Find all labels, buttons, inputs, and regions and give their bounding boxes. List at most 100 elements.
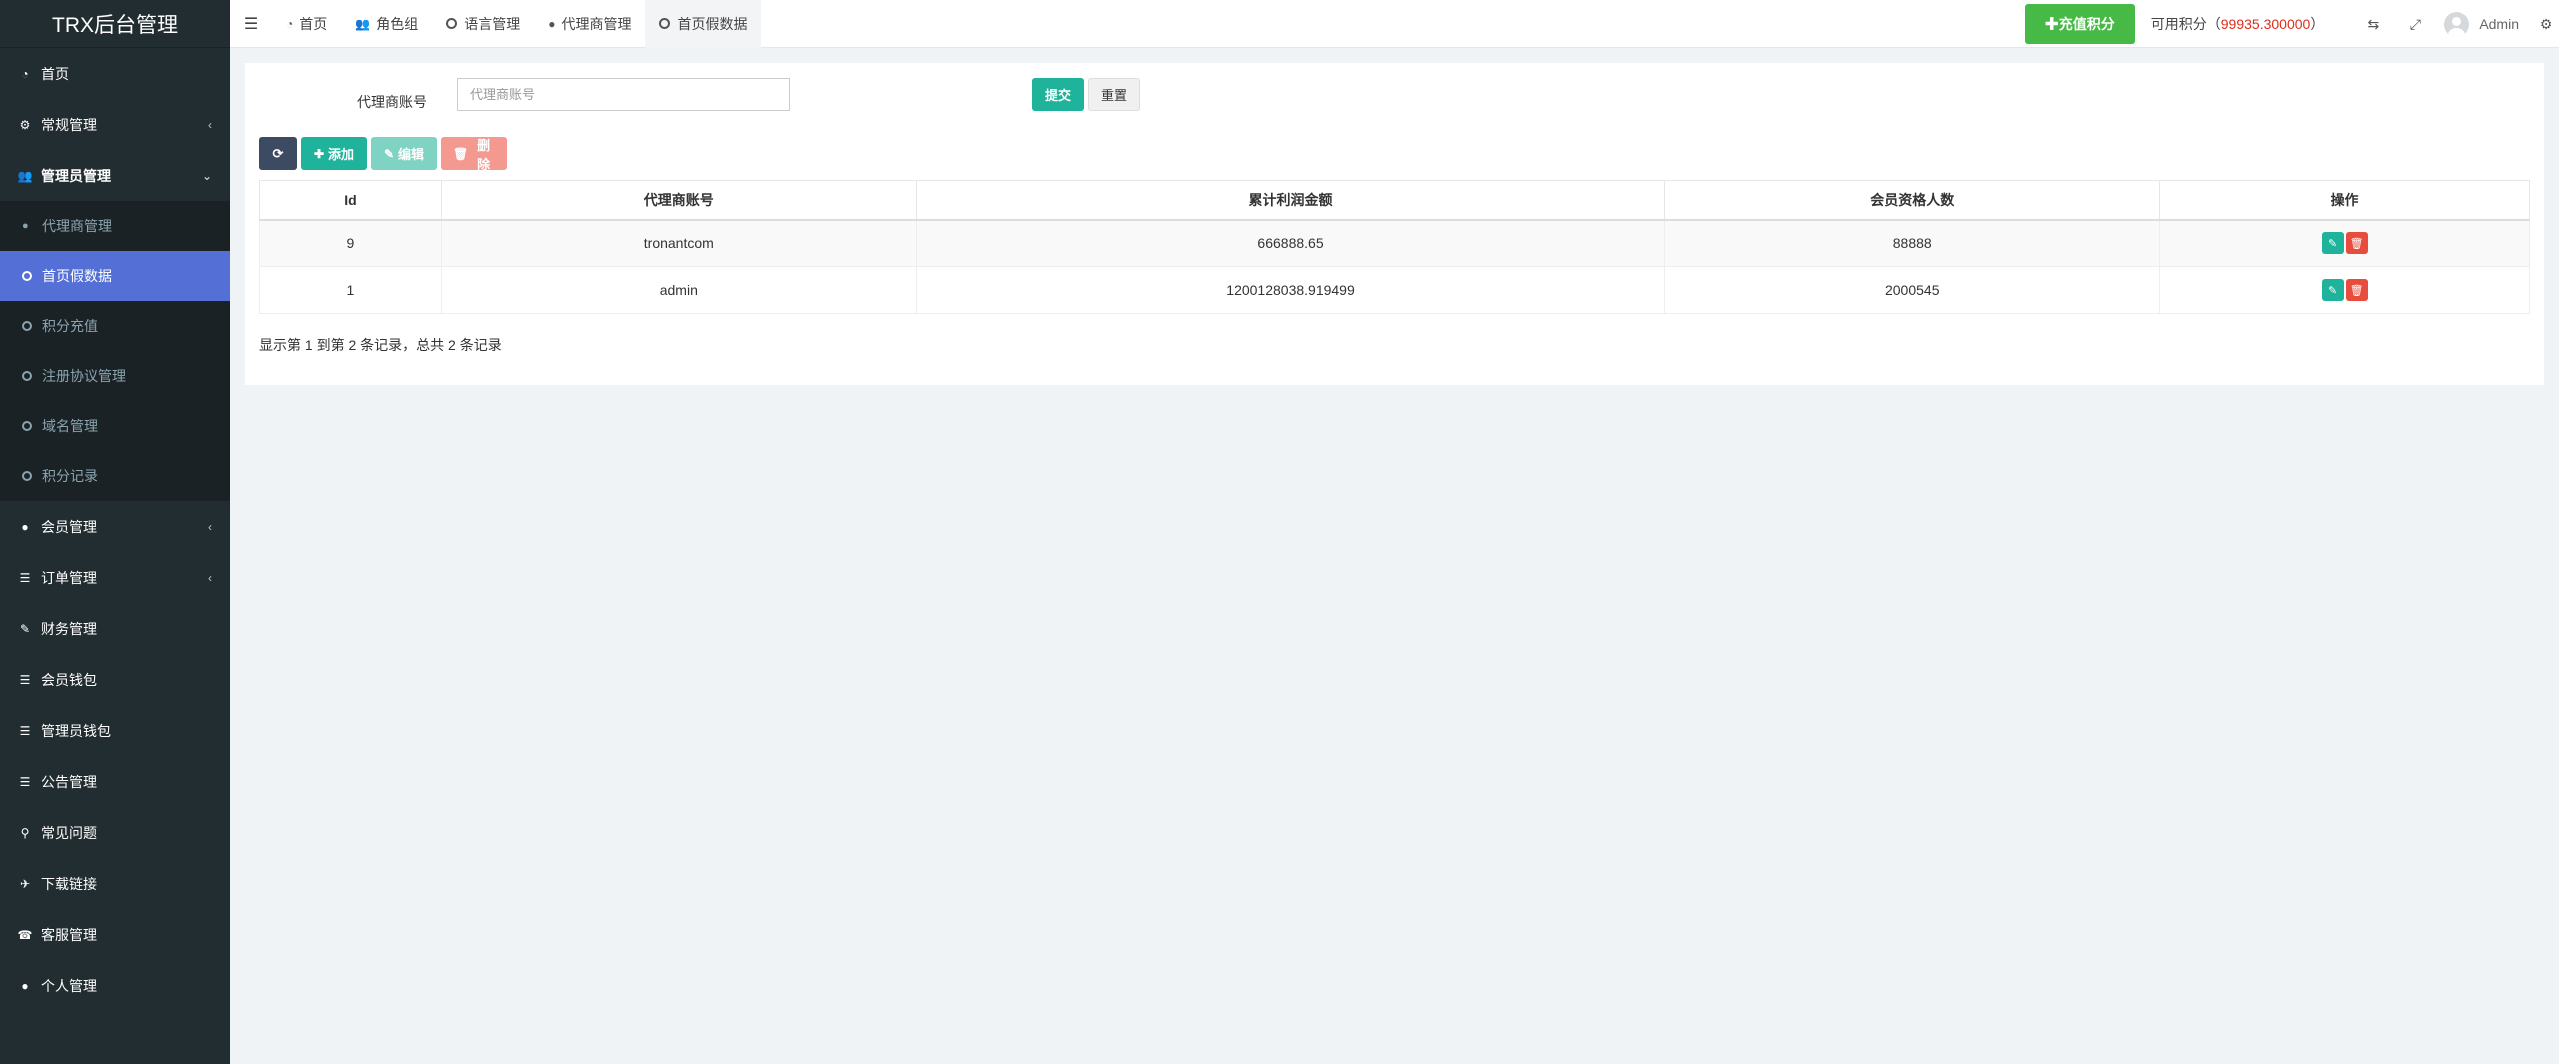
submit-button[interactable]: 提交 — [1032, 78, 1084, 111]
user-icon: ● — [22, 220, 29, 232]
dashboard-icon: ◔ — [21, 66, 29, 81]
cell-actions: ✎ 🗑 — [2159, 266, 2530, 314]
tab-fake-data[interactable]: 首页假数据 — [645, 0, 762, 48]
sidebar-item-points-recharge[interactable]: 积分充值 — [0, 301, 230, 351]
sidebar-item-agreement[interactable]: 注册协议管理 — [0, 351, 230, 401]
edit-label: 编辑 — [398, 147, 425, 162]
list-icon: ☰ — [19, 723, 31, 738]
cell-profit: 1200128038.919499 — [915, 266, 1666, 314]
points-close: ） — [2310, 16, 2325, 32]
delete-label: 删除 — [477, 137, 491, 172]
sidebar-item-member[interactable]: ● 会员管理 ‹ — [0, 501, 230, 552]
sidebar-item-label: 常规管理 — [41, 116, 97, 133]
sidebar-item-admin-wallet[interactable]: ☰ 管理员钱包 — [0, 705, 230, 756]
sidebar-item-label: 积分记录 — [42, 468, 98, 484]
row-edit-button[interactable]: ✎ — [2321, 232, 2344, 255]
sidebar-item-general[interactable]: ⚙ 常规管理 ‹ — [0, 99, 230, 150]
sidebar-item-label: 管理员管理 — [41, 167, 111, 184]
sidebar-item-download[interactable]: ✈ 下载链接 — [0, 858, 230, 909]
sidebar-item-admin[interactable]: 👥 管理员管理 ⌄ — [0, 150, 230, 201]
chevron-left-icon: ‹ — [208, 519, 212, 534]
edit-icon: ✎ — [19, 621, 31, 636]
content-panel: 代理商账号 提交 重置 ⟳ ✚添加 ✎编辑 🗑删除 Id 代理商账号 累计利润金… — [245, 63, 2544, 385]
sidebar-item-member-wallet[interactable]: ☰ 会员钱包 — [0, 654, 230, 705]
app-logo[interactable]: TRX后台管理 — [0, 0, 230, 48]
row-delete-button[interactable]: 🗑 — [2345, 279, 2368, 301]
sidebar-item-order[interactable]: ☰ 订单管理 ‹ — [0, 552, 230, 603]
add-button[interactable]: ✚ 添加 — [301, 137, 367, 170]
gears-icon[interactable]: ⚙ — [2533, 0, 2559, 48]
sidebar-item-label: 公告管理 — [41, 773, 97, 790]
tab-home[interactable]: ◔ 首页 — [272, 0, 341, 48]
avatar — [2444, 11, 2470, 37]
tab-label: 语言管理 — [464, 15, 521, 32]
top-navbar: ☰ ◔ 首页 👥 角色组 语言管理 ● 代理商管理 首页假数据 ✚充值积分 可用… — [230, 0, 2559, 48]
sidebar-item-faq[interactable]: ⚲ 常见问题 — [0, 807, 230, 858]
table-row[interactable]: 1 admin 1200128038.919499 2000545 ✎ 🗑 — [259, 266, 2530, 314]
row-delete-button[interactable]: 🗑 — [2345, 232, 2368, 255]
sidebar-item-label: 财务管理 — [41, 620, 97, 637]
sidebar-item-points-log[interactable]: 积分记录 — [0, 451, 230, 501]
user-icon: ● — [21, 519, 29, 534]
row-edit-button[interactable]: ✎ — [2321, 279, 2344, 301]
circle-icon — [22, 421, 32, 431]
agent-account-label: 代理商账号 — [357, 94, 427, 110]
list-icon: ☰ — [19, 774, 31, 789]
list-icon: ☰ — [19, 672, 31, 687]
plus-icon: ✚ — [313, 146, 325, 161]
sidebar-item-finance[interactable]: ✎ 财务管理 — [0, 603, 230, 654]
user-icon: ● — [548, 16, 556, 31]
chevron-down-icon: ⌄ — [201, 168, 212, 183]
user-menu[interactable]: Admin — [2444, 11, 2519, 37]
chevron-left-icon: ‹ — [208, 117, 212, 132]
sidebar-item-home[interactable]: ◔ 首页 — [0, 48, 230, 99]
menu-toggle-icon[interactable]: ☰ — [230, 0, 272, 48]
column-header-actions: 操作 — [2159, 180, 2530, 221]
cell-members: 88888 — [1664, 219, 2161, 267]
language-icon[interactable]: ⇆ — [2352, 0, 2394, 48]
plane-icon: ✈ — [19, 876, 31, 891]
edit-button[interactable]: ✎ 编辑 — [371, 137, 437, 170]
gears-icon: ⚙ — [19, 117, 31, 132]
sidebar-item-notice[interactable]: ☰ 公告管理 — [0, 756, 230, 807]
sidebar: TRX后台管理 ◔ 首页 ⚙ 常规管理 ‹ 👥 管理员管理 ⌄ ● 代理商管理 … — [0, 0, 230, 1064]
tab-role-group[interactable]: 👥 角色组 — [341, 0, 432, 48]
sidebar-item-profile[interactable]: ● 个人管理 — [0, 960, 230, 1011]
sidebar-item-label: 下载链接 — [41, 875, 97, 892]
sidebar-item-label: 首页 — [41, 65, 69, 82]
reset-button[interactable]: 重置 — [1088, 78, 1140, 111]
trash-icon: 🗑 — [453, 146, 469, 161]
recharge-points-button[interactable]: ✚充值积分 — [2024, 4, 2135, 44]
circle-icon — [659, 18, 671, 29]
fullscreen-icon[interactable]: ⤢ — [2394, 0, 2436, 48]
sidebar-item-agent[interactable]: ● 代理商管理 — [0, 201, 230, 251]
table-row[interactable]: 9 tronantcom 666888.65 88888 ✎ 🗑 — [259, 219, 2530, 267]
agent-account-input[interactable] — [457, 78, 790, 111]
sidebar-item-label: 个人管理 — [41, 977, 97, 994]
users-icon: 👥 — [17, 168, 33, 183]
top-right-tools: ✚充值积分 可用积分（99935.300000） ⇆ ⤢ Admin ⚙ — [2024, 0, 2559, 48]
tab-language[interactable]: 语言管理 — [432, 0, 534, 48]
pencil-icon: ✎ — [383, 146, 395, 161]
points-label: 可用积分（ — [2150, 16, 2221, 32]
sidebar-item-label: 管理员钱包 — [41, 722, 111, 739]
sidebar-item-label: 会员钱包 — [41, 671, 97, 688]
cell-members: 2000545 — [1664, 266, 2161, 314]
column-header-account[interactable]: 代理商账号 — [440, 180, 917, 221]
column-header-id[interactable]: Id — [259, 180, 442, 221]
sidebar-item-domain[interactable]: 域名管理 — [0, 401, 230, 451]
sidebar-item-service[interactable]: ☎ 客服管理 — [0, 909, 230, 960]
column-header-members[interactable]: 会员资格人数 — [1664, 180, 2161, 221]
table-header-row: Id 代理商账号 累计利润金额 会员资格人数 操作 — [259, 180, 2530, 221]
user-icon: ● — [21, 978, 29, 993]
refresh-button[interactable]: ⟳ — [259, 137, 297, 170]
admin-submenu: ● 代理商管理 首页假数据 积分充值 注册协议管理 域名管理 积分记录 — [0, 201, 230, 501]
delete-button[interactable]: 🗑 删除 — [441, 137, 507, 172]
cell-profit: 666888.65 — [915, 219, 1666, 267]
cell-id: 1 — [259, 266, 442, 314]
available-points: 可用积分（99935.300000） — [2151, 14, 2325, 34]
table-toolbar: ⟳ ✚ 添加 ✎ 编辑 🗑 删除 — [259, 137, 507, 172]
tab-agent[interactable]: ● 代理商管理 — [534, 0, 645, 48]
sidebar-item-fake-data[interactable]: 首页假数据 — [0, 251, 230, 301]
column-header-profit[interactable]: 累计利润金额 — [915, 180, 1666, 221]
